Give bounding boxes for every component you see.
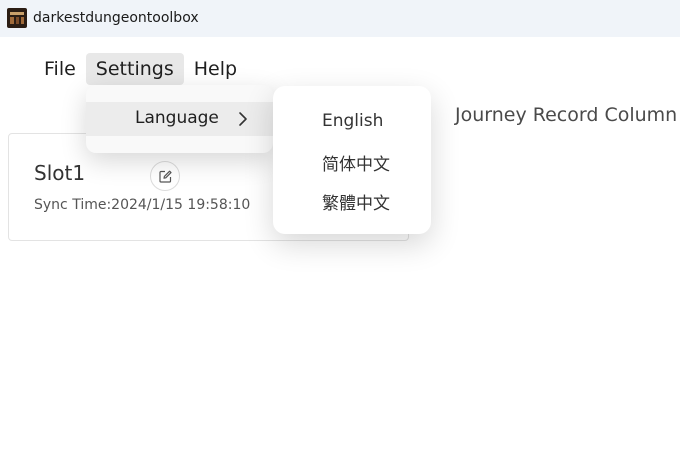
menu-item-language[interactable]: Language bbox=[86, 102, 273, 136]
title-bar: darkestdungeontoolbox bbox=[0, 0, 680, 37]
edit-slot-button[interactable] bbox=[150, 161, 180, 191]
language-option-simplified-chinese[interactable]: 简体中文 bbox=[322, 150, 390, 175]
menu-bar: File Settings Help bbox=[34, 53, 247, 85]
settings-dropdown: Language bbox=[86, 85, 273, 153]
sync-time: Sync Time:2024/1/15 19:58:10 bbox=[34, 197, 251, 213]
menu-settings[interactable]: Settings bbox=[85, 53, 184, 85]
language-option-traditional-chinese[interactable]: 繁體中文 bbox=[322, 189, 390, 214]
slot-name: Slot1 bbox=[34, 161, 86, 185]
edit-icon bbox=[158, 170, 172, 183]
journey-record-column-header: Journey Record Column bbox=[455, 104, 678, 126]
app-logo-icon bbox=[7, 8, 27, 28]
language-submenu: English 简体中文 繁體中文 bbox=[273, 86, 431, 234]
menu-file[interactable]: File bbox=[34, 53, 86, 85]
chevron-right-icon bbox=[239, 112, 247, 126]
menu-item-language-label: Language bbox=[135, 108, 219, 128]
menu-help[interactable]: Help bbox=[184, 53, 247, 85]
window-title: darkestdungeontoolbox bbox=[33, 10, 199, 26]
language-option-english[interactable]: English bbox=[322, 111, 383, 131]
